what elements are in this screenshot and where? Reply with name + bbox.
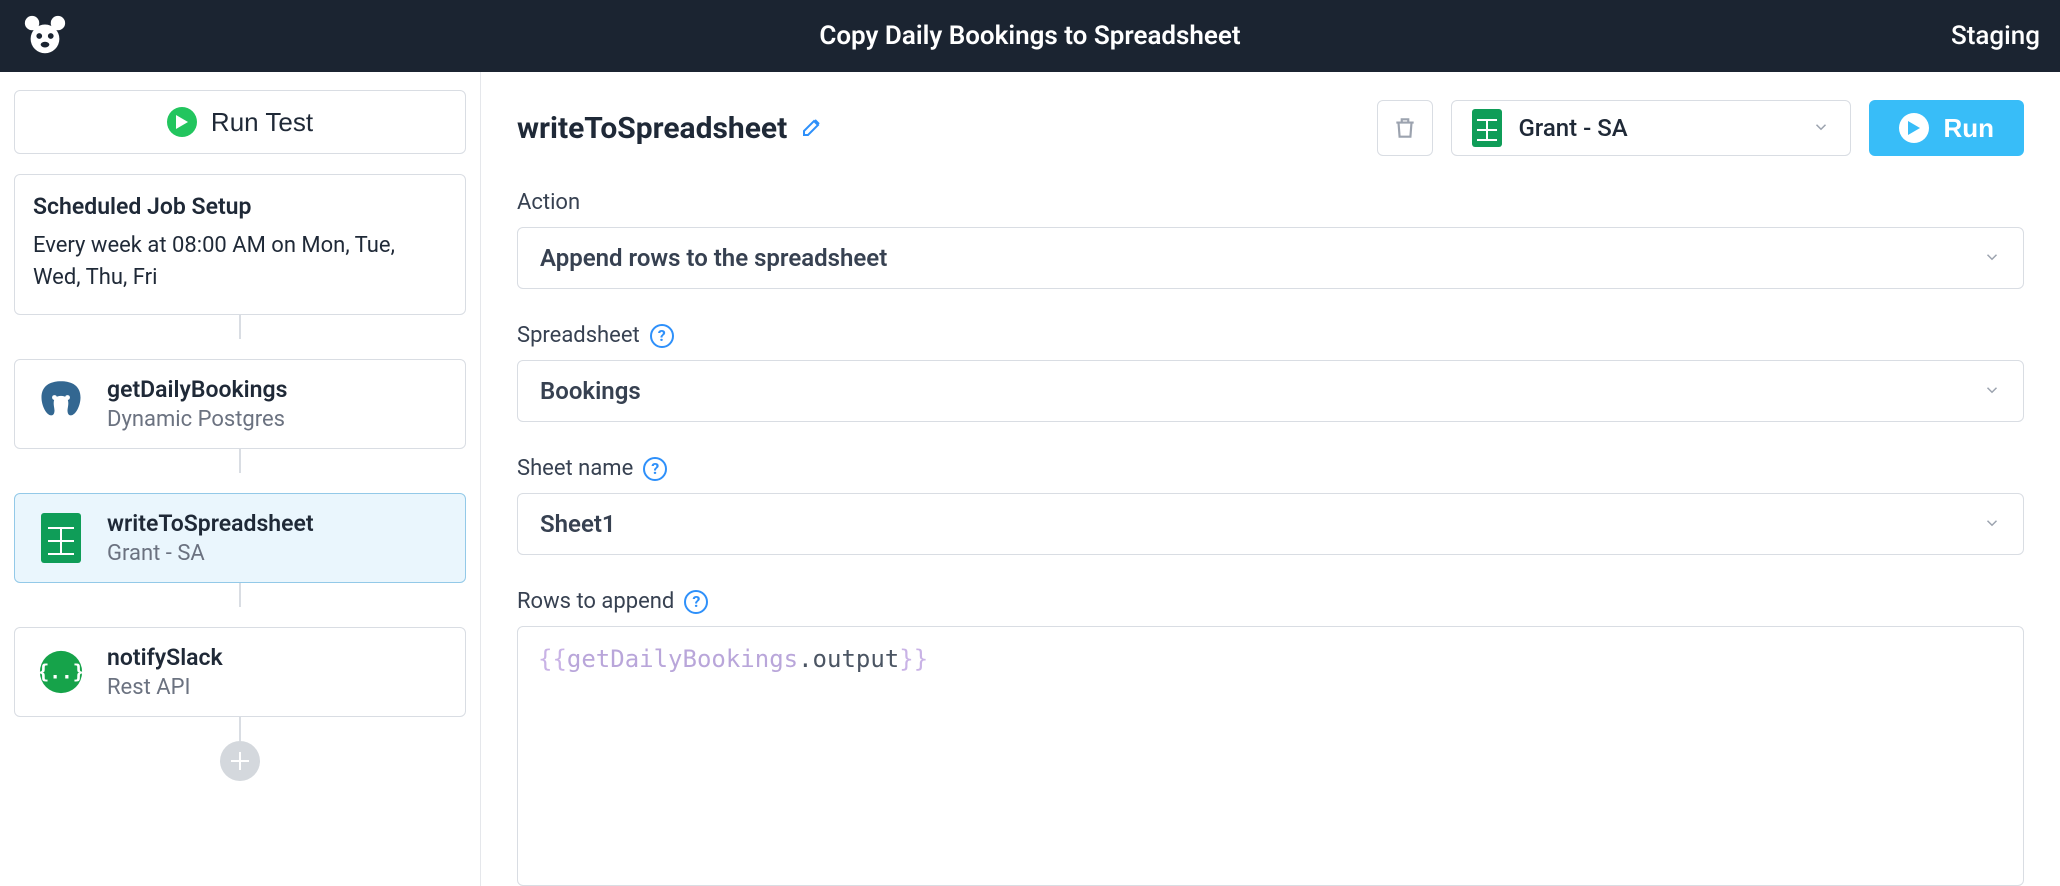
connector-line xyxy=(239,717,241,741)
schedule-description: Every week at 08:00 AM on Mon, Tue, Wed,… xyxy=(33,230,447,294)
action-select[interactable]: Append rows to the spreadsheet xyxy=(517,227,2024,289)
run-test-button[interactable]: Run Test xyxy=(14,90,466,154)
svg-text:{..}: {..} xyxy=(38,660,85,683)
step-get-daily-bookings[interactable]: getDailyBookings Dynamic Postgres xyxy=(14,359,466,449)
postgres-icon xyxy=(33,376,89,432)
spreadsheet-value: Bookings xyxy=(540,377,641,405)
help-icon[interactable]: ? xyxy=(643,457,667,481)
edit-name-icon[interactable] xyxy=(801,114,825,142)
connector-line xyxy=(239,583,241,607)
step-write-to-spreadsheet[interactable]: writeToSpreadsheet Grant - SA xyxy=(14,493,466,583)
step-name: writeToSpreadsheet xyxy=(107,510,314,537)
sheets-icon xyxy=(1472,109,1502,147)
chevron-down-icon xyxy=(1983,377,2001,405)
spreadsheet-select[interactable]: Bookings xyxy=(517,360,2024,422)
run-label: Run xyxy=(1943,113,1994,144)
step-integration: Rest API xyxy=(107,675,223,700)
top-bar: Copy Daily Bookings to Spreadsheet Stagi… xyxy=(0,0,2060,72)
step-name: notifySlack xyxy=(107,644,223,671)
play-icon xyxy=(1899,113,1929,143)
schedule-title: Scheduled Job Setup xyxy=(33,193,447,220)
run-step-button[interactable]: Run xyxy=(1869,100,2024,156)
action-value: Append rows to the spreadsheet xyxy=(540,244,887,272)
connector-line xyxy=(239,449,241,473)
step-integration: Dynamic Postgres xyxy=(107,407,287,432)
detail-title: writeToSpreadsheet xyxy=(517,111,787,146)
expr-var: getDailyBookings xyxy=(567,645,798,673)
step-detail-panel: writeToSpreadsheet Grant - SA xyxy=(480,72,2060,886)
rows-label: Rows to append ? xyxy=(517,589,2024,614)
step-name: getDailyBookings xyxy=(107,376,287,403)
connector-line xyxy=(239,315,241,339)
expr-prop: .output xyxy=(798,645,899,673)
add-step-button[interactable] xyxy=(220,741,260,781)
help-icon[interactable]: ? xyxy=(684,590,708,614)
schedule-card[interactable]: Scheduled Job Setup Every week at 08:00 … xyxy=(14,174,466,315)
sheet-name-label: Sheet name ? xyxy=(517,456,2024,481)
action-label: Action xyxy=(517,190,2024,215)
chevron-down-icon xyxy=(1983,510,2001,538)
expr-close: }} xyxy=(899,645,928,673)
play-icon xyxy=(167,107,197,137)
step-notify-slack[interactable]: {..} notifySlack Rest API xyxy=(14,627,466,717)
chevron-down-icon xyxy=(1812,114,1830,142)
expr-open: {{ xyxy=(538,645,567,673)
sheet-name-select[interactable]: Sheet1 xyxy=(517,493,2024,555)
app-logo xyxy=(20,11,70,61)
page-title: Copy Daily Bookings to Spreadsheet xyxy=(0,21,2060,51)
restapi-icon: {..} xyxy=(33,644,89,700)
account-name: Grant - SA xyxy=(1518,114,1627,142)
rows-expression-input[interactable]: {{getDailyBookings.output}} xyxy=(517,626,2024,886)
spreadsheet-label: Spreadsheet ? xyxy=(517,323,2024,348)
sheet-name-value: Sheet1 xyxy=(540,510,616,538)
chevron-down-icon xyxy=(1983,244,2001,272)
sheets-icon xyxy=(33,510,89,566)
environment-label[interactable]: Staging xyxy=(1951,21,2040,51)
delete-step-button[interactable] xyxy=(1377,100,1433,156)
run-test-label: Run Test xyxy=(211,107,313,138)
account-select[interactable]: Grant - SA xyxy=(1451,100,1851,156)
workflow-sidebar: Run Test Scheduled Job Setup Every week … xyxy=(0,72,480,886)
step-integration: Grant - SA xyxy=(107,541,314,566)
help-icon[interactable]: ? xyxy=(650,324,674,348)
